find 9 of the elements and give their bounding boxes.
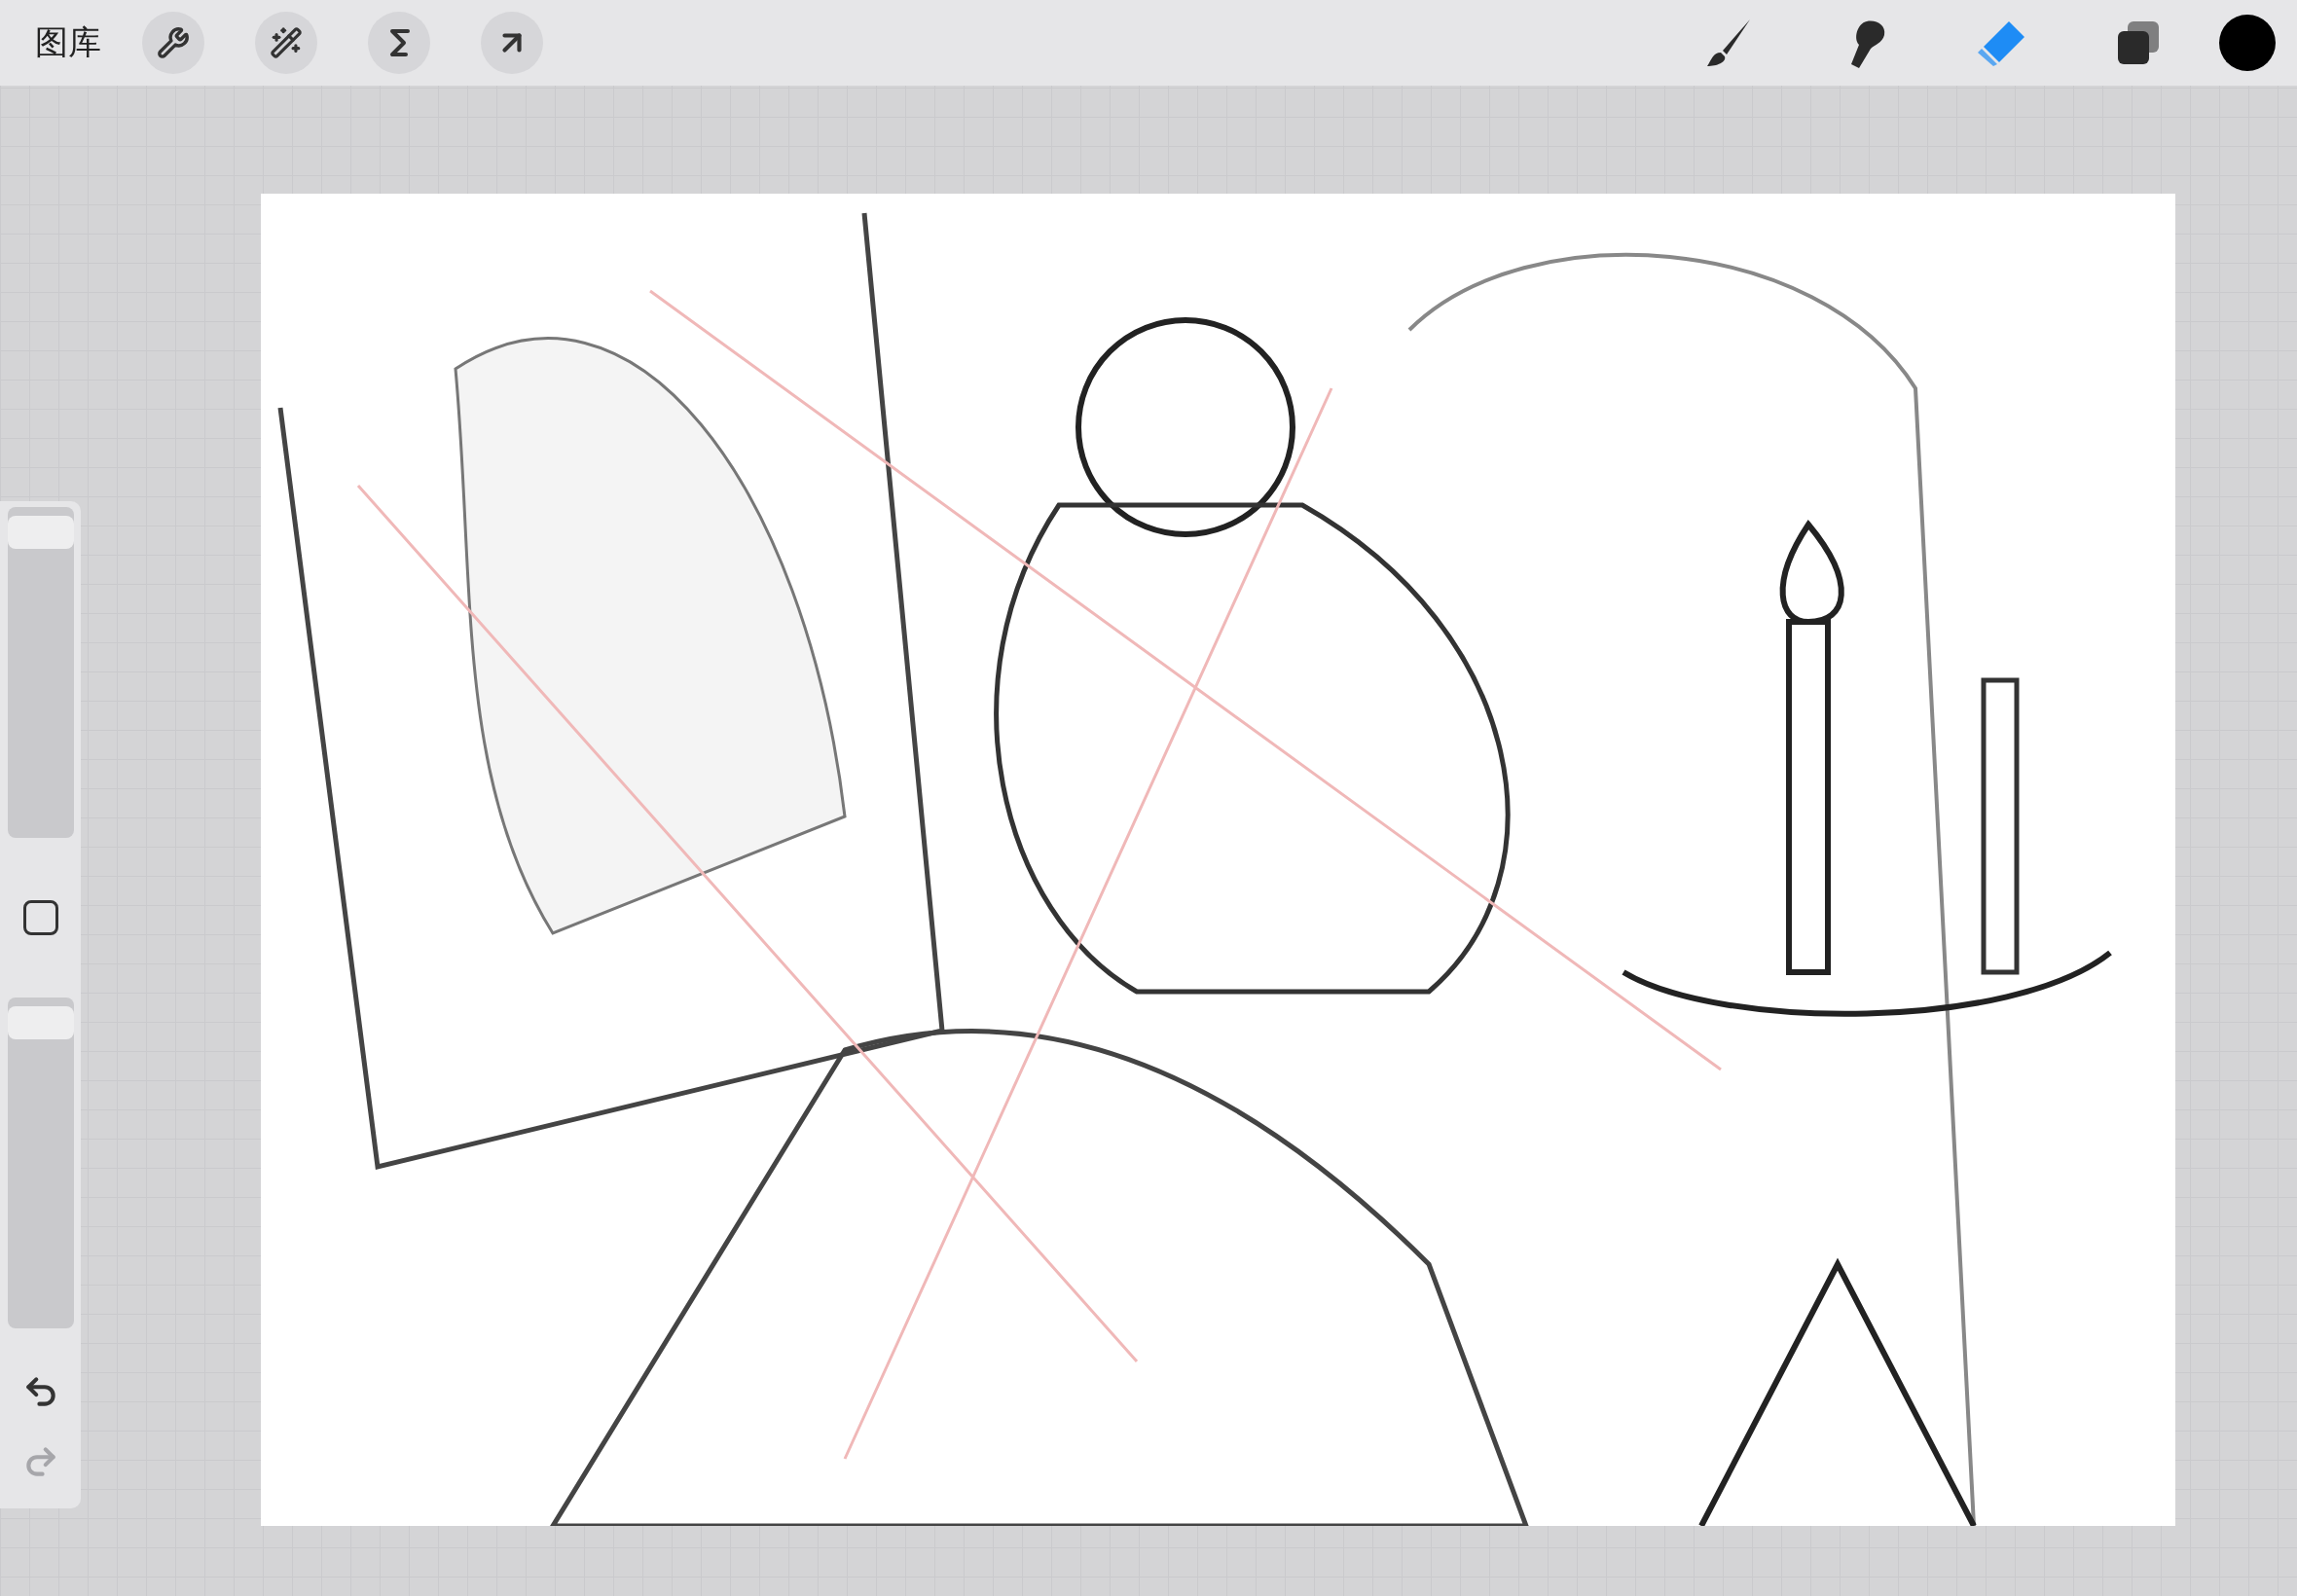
- brush-size-slider[interactable]: [7, 507, 74, 838]
- opacity-slider[interactable]: [7, 998, 74, 1328]
- wrench-icon: [157, 26, 190, 59]
- color-swatch[interactable]: [2219, 15, 2276, 71]
- gallery-link[interactable]: 图库: [35, 20, 101, 65]
- magic-wand-icon: [270, 26, 303, 59]
- modify-button[interactable]: [22, 900, 58, 935]
- slider-thumb[interactable]: [7, 1006, 74, 1040]
- slider-thumb[interactable]: [7, 516, 74, 550]
